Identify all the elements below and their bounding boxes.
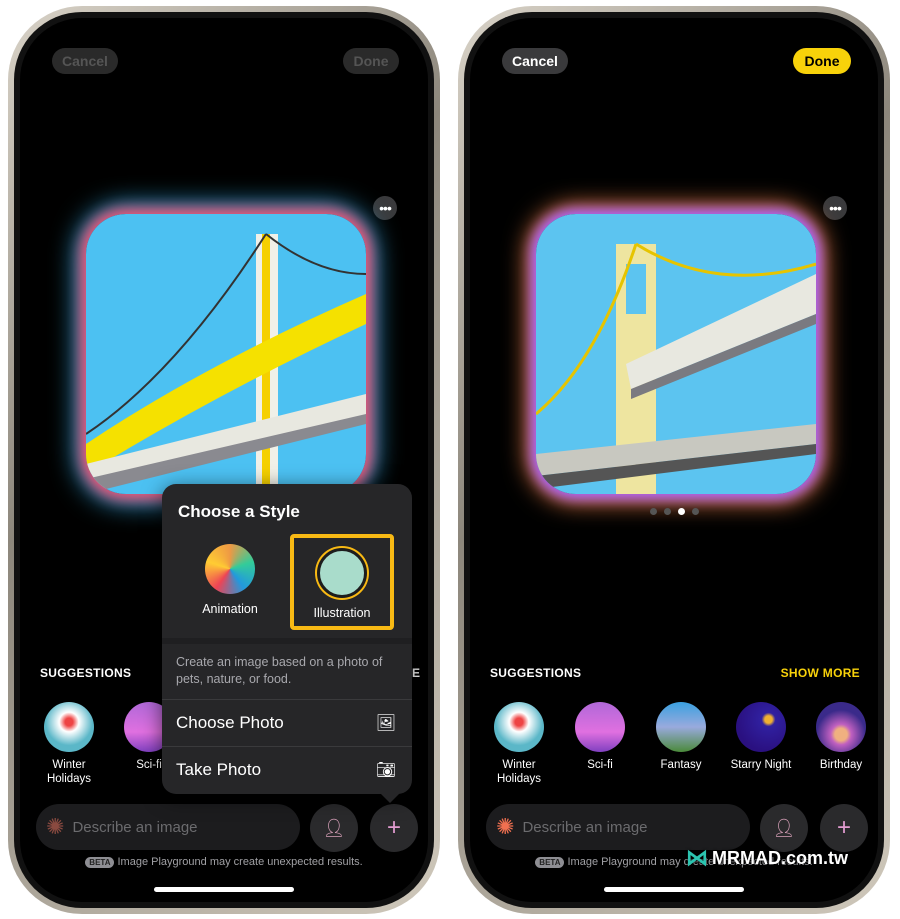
watermark-logo-icon: ⋈ [686,845,708,870]
suggestion-winter-holidays[interactable]: Winter Holidays [484,702,554,786]
choose-style-popover: Choose a Style Animation Illustration Cr… [162,484,412,803]
style-label: Animation [202,602,258,616]
moon-thumbnail [736,702,786,752]
suggestion-label: Sci-fi [136,759,162,771]
home-indicator [154,887,294,892]
page-dot[interactable] [677,508,685,515]
suggestion-birthday[interactable]: Birthday [806,702,876,772]
style-animation[interactable]: Animation [180,534,280,630]
generated-image [86,214,366,494]
prompt-placeholder: Describe an image [72,818,198,836]
suggestion-label: Sci-fi [587,759,613,771]
page-dot[interactable] [649,508,657,515]
choose-photo-item[interactable]: Choose Photo 🖼︎ [162,699,412,745]
beta-disclaimer: BETA Image Playground may create unexpect… [20,856,428,868]
suggestion-starry-night[interactable]: Starry Night [726,702,796,772]
prompt-input[interactable]: ✺ Describe an image [36,804,300,850]
home-indicator [604,887,744,892]
suggestions-heading: SUGGESTIONS [490,666,582,680]
suggestion-label: Starry Night [730,759,792,771]
animation-ball-icon [205,544,255,594]
popover-title: Choose a Style [178,502,300,521]
suggestion-label: Winter Holidays [46,759,92,785]
style-label: Illustration [313,606,371,620]
dynamic-island [614,44,734,78]
done-button[interactable]: Done [793,48,851,74]
suggestion-winter-holidays[interactable]: Winter Holidays [34,702,104,786]
suggestions-heading: SUGGESTIONS [40,666,132,680]
ufo-thumbnail [575,702,625,752]
page-dots[interactable] [470,508,878,515]
choose-photo-label: Choose Photo [176,712,284,732]
page-dot[interactable] [663,508,671,515]
suggestion-label: Fantasy [660,759,702,771]
cake-thumbnail [816,702,866,752]
plus-icon: + [386,814,401,841]
add-button[interactable]: + [370,804,418,852]
beta-badge: BETA [85,857,115,868]
snowman-thumbnail [44,702,94,752]
ellipsis-icon[interactable]: ••• [373,196,397,220]
suggestion-sci-fi[interactable]: Sci-fi [565,702,635,772]
popover-description: Create an image based on a photo of pets… [162,638,412,696]
image-playground-icon: ✺ [46,814,65,839]
generated-image [536,214,816,494]
page-dot[interactable] [691,508,699,515]
prompt-input[interactable]: ✺ Describe an image [486,804,750,850]
image-playground-icon: ✺ [496,814,515,839]
right-phone: Cancel Done ••• SUGGESTIONS SHOW MORE Wi… [458,6,890,914]
suggestion-label: Winter Holidays [496,759,542,785]
show-more-button[interactable]: SHOW MORE [781,666,860,680]
suggestion-fantasy[interactable]: Fantasy [646,702,716,772]
suggestion-label: Birthday [819,759,863,771]
person-icon: 👤︎ [772,817,796,838]
take-photo-label: Take Photo [176,759,262,779]
left-phone: Cancel Done ••• SUGGESTIONS E Winter Hol… [8,6,440,914]
beta-badge: BETA [535,857,565,868]
take-photo-item[interactable]: Take Photo 📷︎ [162,746,412,792]
right-screen: Cancel Done ••• SUGGESTIONS SHOW MORE Wi… [470,18,878,902]
snowman-thumbnail [494,702,544,752]
disclaimer-text: Image Playground may create unexpected r… [117,856,363,868]
person-icon: 👤︎ [322,817,346,838]
style-illustration[interactable]: Illustration [290,534,394,630]
castle-thumbnail [656,702,706,752]
dynamic-island [164,44,284,78]
watermark-text: MRMAD.com.tw [712,847,848,868]
camera-icon: 📷︎ [375,761,396,779]
photo-library-icon: 🖼︎ [375,714,396,732]
watermark: ⋈ MRMAD.com.tw [686,845,848,871]
done-button[interactable]: Done [343,48,399,74]
cancel-button[interactable]: Cancel [502,48,568,74]
left-screen: Cancel Done ••• SUGGESTIONS E Winter Hol… [20,18,428,902]
illustration-ball-icon [317,548,367,598]
ellipsis-icon[interactable]: ••• [823,196,847,220]
plus-icon: + [836,814,851,841]
person-button[interactable]: 👤︎ [310,804,358,852]
show-more-partial[interactable]: E [412,666,420,680]
cancel-button[interactable]: Cancel [52,48,118,74]
prompt-placeholder: Describe an image [522,818,648,836]
